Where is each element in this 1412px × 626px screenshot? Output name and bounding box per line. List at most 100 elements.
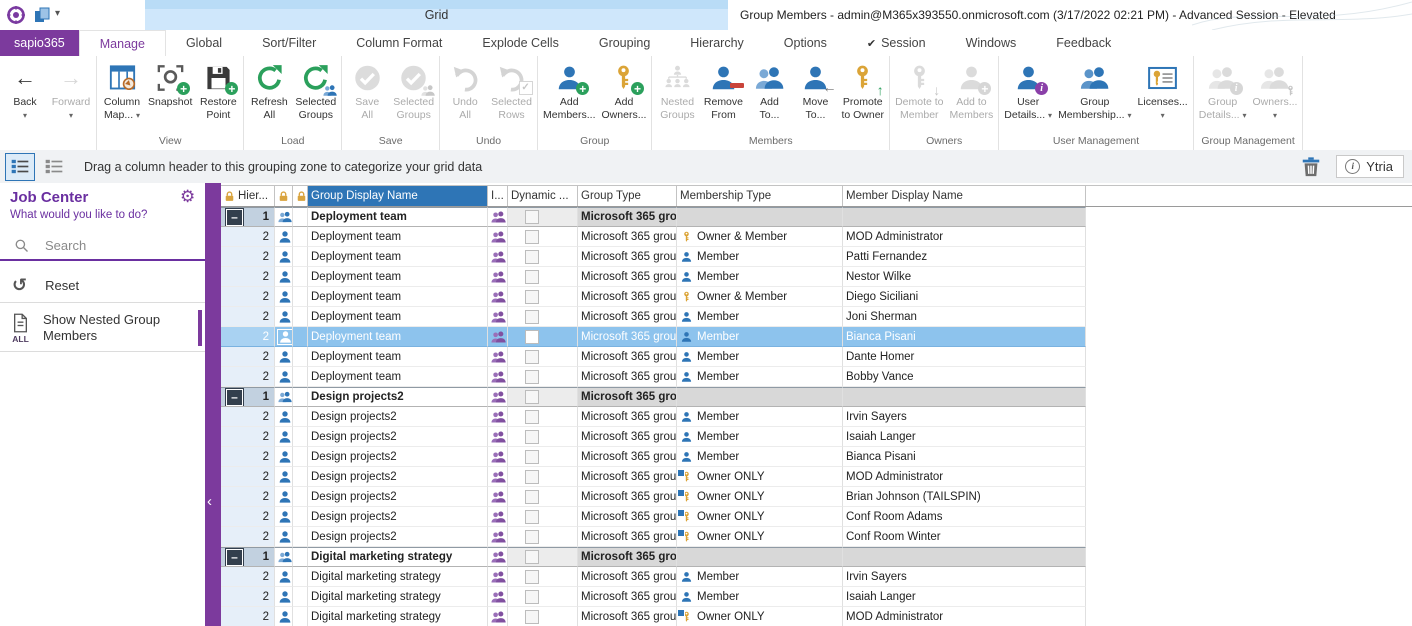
tab-feedback[interactable]: Feedback [1036,30,1131,56]
table-row[interactable]: 2Deployment teamMicrosoft 365 groupMembe… [221,247,1412,267]
table-row[interactable]: 2Design projects2Microsoft 365 groupOwne… [221,467,1412,487]
licenses-button[interactable]: Licenses...▾ [1135,58,1191,124]
selected-rows-button[interactable]: ✓SelectedRows [488,58,535,123]
tab-column-format[interactable]: Column Format [336,30,462,56]
add-members-button[interactable]: +AddMembers... [540,58,599,123]
column-header-i[interactable]: I... [488,186,508,206]
dynamic-checkbox[interactable] [525,350,539,364]
tab-sort-filter[interactable]: Sort/Filter [242,30,336,56]
dynamic-checkbox[interactable] [525,490,539,504]
table-row[interactable]: 2Design projects2Microsoft 365 groupMemb… [221,447,1412,467]
table-row[interactable]: 2Design projects2Microsoft 365 groupMemb… [221,427,1412,447]
demote-to-member-button[interactable]: ↓Demote toMember [892,58,946,123]
remove-from-button[interactable]: RemoveFrom [700,58,746,123]
tab-sapio365[interactable]: sapio365 [0,30,79,56]
gear-icon[interactable]: ⚙ [180,187,195,207]
ytria-brand-button[interactable]: i Ytria [1336,155,1404,178]
panel-splitter[interactable]: ‹ [205,183,221,626]
snapshot-button[interactable]: +Snapshot [145,58,195,111]
group-row[interactable]: –1Deployment teamMicrosoft 365 group [221,207,1412,227]
dynamic-checkbox[interactable] [525,450,539,464]
table-row[interactable]: 2Digital marketing strategyMicrosoft 365… [221,567,1412,587]
collapse-group-button[interactable]: – [226,209,243,226]
trash-icon[interactable] [1300,155,1322,179]
column-header-group-display-name[interactable]: Group Display Name [308,186,488,206]
tab-windows[interactable]: Windows [946,30,1037,56]
group-membership-button[interactable]: GroupMembership... ▾ [1055,58,1134,124]
forward-button[interactable]: →Forward▾ [48,58,94,124]
search-input[interactable]: Search [0,231,205,261]
tab-manage[interactable]: Manage [79,30,166,56]
table-row[interactable]: 2Design projects2Microsoft 365 groupOwne… [221,487,1412,507]
table-row[interactable]: 2Deployment teamMicrosoft 365 groupOwner… [221,227,1412,247]
owners-button[interactable]: Owners...▾ [1250,58,1301,124]
selected-groups-button[interactable]: SelectedGroups [390,58,437,123]
table-row[interactable]: 2Deployment teamMicrosoft 365 groupMembe… [221,347,1412,367]
dynamic-checkbox[interactable] [525,410,539,424]
save-all-button[interactable]: SaveAll [344,58,390,123]
dynamic-checkbox[interactable] [525,530,539,544]
table-row[interactable]: 2Design projects2Microsoft 365 groupOwne… [221,527,1412,547]
quick-access-dropdown-icon[interactable]: ▾ [55,8,60,19]
dynamic-checkbox[interactable] [525,230,539,244]
add-to-members-button[interactable]: +Add toMembers [947,58,997,123]
user-details-button[interactable]: iUserDetails... ▾ [1001,58,1055,124]
dynamic-checkbox[interactable] [525,610,539,624]
restore-point-button[interactable]: +RestorePoint [195,58,241,123]
tab-global[interactable]: Global [166,30,242,56]
window-cascade-icon[interactable] [33,6,51,24]
dynamic-checkbox[interactable] [525,370,539,384]
dynamic-checkbox[interactable] [525,250,539,264]
reset-button[interactable]: ↺ Reset [0,268,205,303]
column-header-lock-2[interactable] [293,186,308,206]
nested-groups-button[interactable]: NestedGroups [654,58,700,123]
selected-groups-button[interactable]: SelectedGroups [292,58,339,123]
move-to-button[interactable]: ←MoveTo... [792,58,838,123]
tab-explode-cells[interactable]: Explode Cells [462,30,578,56]
dynamic-checkbox[interactable] [525,570,539,584]
column-header-membership-type[interactable]: Membership Type [677,186,843,206]
tab-grouping[interactable]: Grouping [579,30,670,56]
collapse-chevron-icon[interactable]: ‹ [207,493,212,510]
table-row[interactable]: 2Design projects2Microsoft 365 groupOwne… [221,507,1412,527]
table-row[interactable]: 2Digital marketing strategyMicrosoft 365… [221,587,1412,607]
refresh-all-button[interactable]: RefreshAll [246,58,292,123]
collapse-group-button[interactable]: – [226,389,243,406]
table-row[interactable]: 2Deployment teamMicrosoft 365 groupMembe… [221,327,1412,347]
dynamic-checkbox[interactable] [525,550,539,564]
collapse-group-button[interactable]: – [226,549,243,566]
group-details-button[interactable]: iGroupDetails... ▾ [1196,58,1250,124]
dynamic-checkbox[interactable] [525,390,539,404]
column-header-group-type[interactable]: Group Type [578,186,677,206]
column-header-member-display-name[interactable]: Member Display Name [843,186,1086,206]
dynamic-checkbox[interactable] [525,270,539,284]
add-to-button[interactable]: AddTo... [746,58,792,123]
column-header-lock-1[interactable] [275,186,293,206]
undo-all-button[interactable]: UndoAll [442,58,488,123]
grouping-list-toggle-button[interactable] [40,154,68,180]
promote-to-owner-button[interactable]: ↑Promoteto Owner [838,58,887,123]
column-header-hier[interactable]: Hier... [221,186,275,206]
tab-hierarchy[interactable]: Hierarchy [670,30,764,56]
table-row[interactable]: 2Deployment teamMicrosoft 365 groupMembe… [221,267,1412,287]
grouping-panel-toggle-button[interactable] [5,153,35,181]
group-row[interactable]: –1Digital marketing strategyMicrosoft 36… [221,547,1412,567]
table-row[interactable]: 2Design projects2Microsoft 365 groupMemb… [221,407,1412,427]
tab-session[interactable]: ✔Session [847,30,946,56]
table-row[interactable]: 2Deployment teamMicrosoft 365 groupMembe… [221,307,1412,327]
dynamic-checkbox[interactable] [525,470,539,484]
dynamic-checkbox[interactable] [525,330,539,344]
table-row[interactable]: 2Deployment teamMicrosoft 365 groupMembe… [221,367,1412,387]
table-row[interactable]: 2Deployment teamMicrosoft 365 groupOwner… [221,287,1412,307]
dynamic-checkbox[interactable] [525,290,539,304]
add-owners-button[interactable]: +AddOwners... [599,58,650,123]
table-row[interactable]: 2Digital marketing strategyMicrosoft 365… [221,607,1412,626]
dynamic-checkbox[interactable] [525,210,539,224]
tab-options[interactable]: Options [764,30,847,56]
back-button[interactable]: ←Back▾ [2,58,48,124]
contextual-tab-grid[interactable]: Grid [145,0,728,30]
column-header-dynamic[interactable]: Dynamic ... [508,186,578,206]
column-map-button[interactable]: ColumnMap... ▾ [99,58,145,124]
dynamic-checkbox[interactable] [525,430,539,444]
dynamic-checkbox[interactable] [525,310,539,324]
